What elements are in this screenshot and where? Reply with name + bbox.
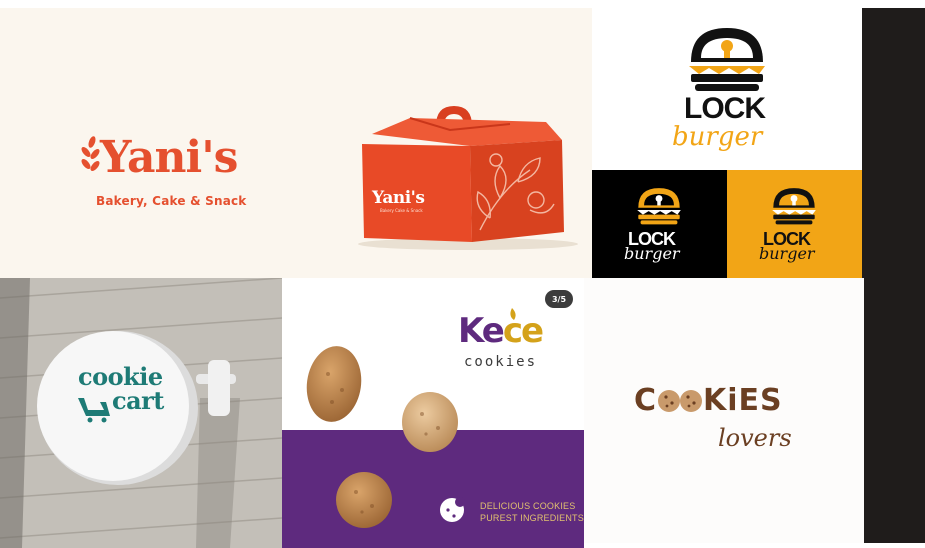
cookiecart-sign-tile: cookie cart [0,278,282,548]
cookies-lovers-tile: C KiES lovers [584,278,864,543]
yanis-brand-name: Yani's [100,132,238,183]
burger-word: burger [672,122,763,152]
lockburger-main-tile: LOCK burger [592,8,862,170]
burger-word: burger [624,244,680,263]
lock-word: LOCK [684,92,766,125]
cookies-letter-c: C [634,383,658,418]
cart-word: cart [112,386,164,415]
kece-brand: Kece [458,311,544,351]
yanis-tagline: Bakery, Cake & Snack [96,194,247,208]
burger-lock-icon [772,188,816,225]
dark-edge-panel [862,8,925,543]
cookies-letters-kies: KiES [703,383,783,418]
kece-sub: cookies [464,354,538,370]
yanis-bakery-tile: Yani's Bakery, Cake & Snack Yani's Baker… [0,8,592,278]
kece-letter-k: K [458,311,484,351]
burger-lock-icon [637,188,681,225]
kece-cookies-tile: 3/5 Kece cookies DELICIOUS COOKIES PURES… [282,278,584,548]
box-brand-name: Yani's [372,188,425,208]
cake-box-illustration [358,106,578,250]
kece-slogan-line2: PUREST INGREDIENTS [480,513,584,523]
yanis-logo: Yani's [78,132,238,183]
kece-slogan-line1: DELICIOUS COOKIES [480,501,576,511]
burger-lock-icon [689,28,765,91]
lockburger-dark-tile: LOCK burger [592,170,727,278]
kece-letter-e: e [481,311,505,351]
kece-letters-ce: ce [502,311,544,351]
cookie-oo-icon [658,390,703,412]
cookies-word: C KiES [634,386,783,416]
wheat-icon [81,136,100,171]
kece-slogan: DELICIOUS COOKIES PUREST INGREDIENTS [480,500,584,524]
box-tagline: Bakery Cake & Snack [380,208,423,213]
lovers-word: lovers [718,424,792,452]
burger-word: burger [759,244,815,263]
lockburger-yellow-tile: LOCK burger [727,170,862,278]
